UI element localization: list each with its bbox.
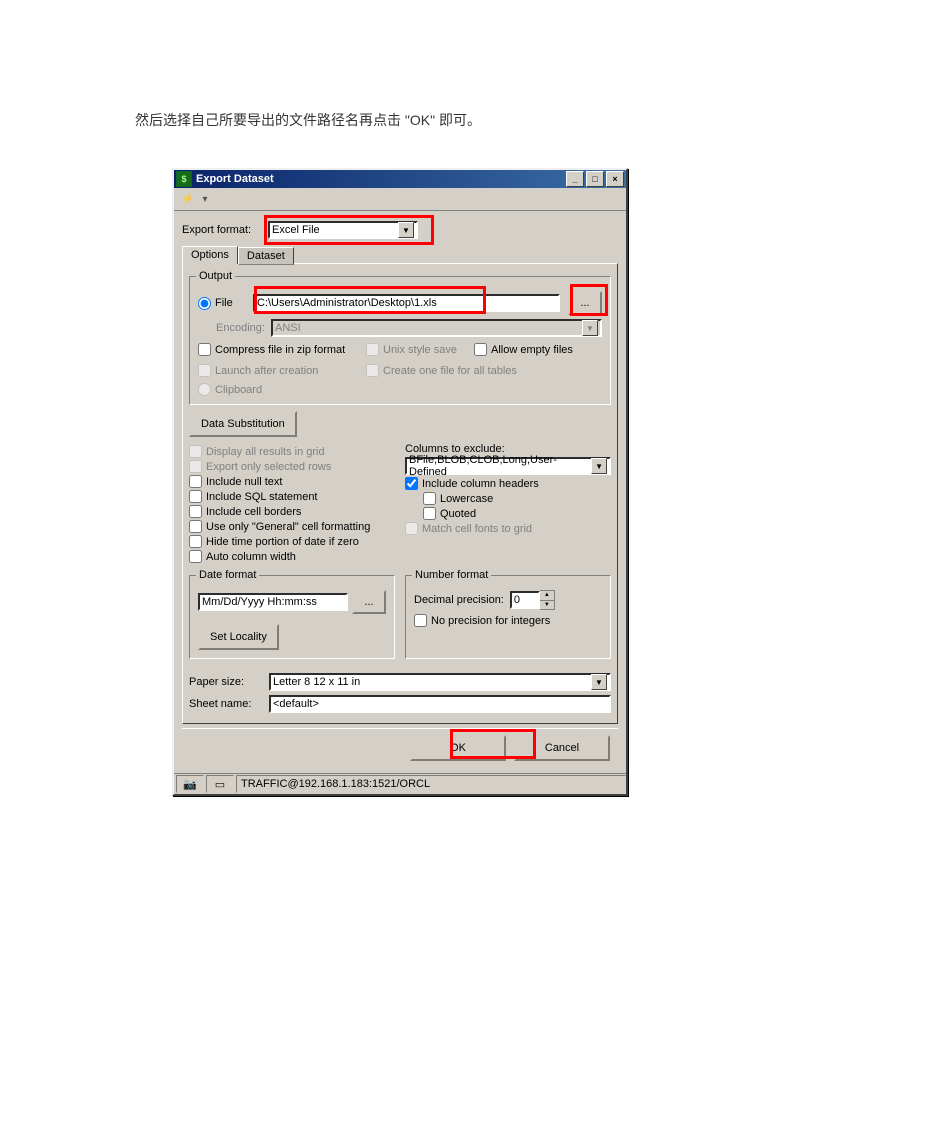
decimal-precision-label: Decimal precision: [414,594,504,606]
paper-size-combo[interactable]: Letter 8 12 x 11 in ▼ [269,673,611,691]
app-icon: $ [176,171,192,187]
number-format-legend: Number format [412,569,491,581]
hide-time-checkbox[interactable]: Hide time portion of date if zero [189,535,395,548]
decimal-precision-input[interactable] [510,591,540,609]
data-substitution-button[interactable]: Data Substitution [189,411,297,437]
use-general-checkbox[interactable]: Use only "General" cell formatting [189,520,395,533]
chevron-down-icon: ▼ [398,222,414,238]
maximize-button[interactable]: □ [586,171,604,187]
columns-exclude-combo[interactable]: BFile,BLOB,CLOB,Long,User-Defined ▼ [405,457,611,475]
compress-checkbox[interactable]: Compress file in zip format [198,343,358,356]
export-format-label: Export format: [182,224,262,236]
date-format-input[interactable] [198,593,348,611]
chevron-down-icon: ▼ [591,674,607,690]
match-fonts-checkbox: Match cell fonts to grid [405,522,611,535]
cancel-button[interactable]: Cancel [514,735,610,761]
display-all-checkbox: Display all results in grid [189,445,395,458]
options-panel: Output File ... Encoding: ANSI [182,263,618,724]
chevron-down-icon: ▼ [582,320,598,336]
statusbar: 📷 ▭ TRAFFIC@192.168.1.183:1521/ORCL [174,773,626,794]
instruction-text: 然后选择自己所要导出的文件路径名再点击 "OK" 即可。 [135,110,481,130]
file-radio[interactable]: File [198,297,253,310]
tab-dataset[interactable]: Dataset [238,247,294,265]
unix-save-checkbox: Unix style save [366,343,466,356]
export-format-value: Excel File [272,224,320,236]
export-dataset-window: $ Export Dataset _ □ × ⚡ ▾ Export format… [172,168,628,796]
status-icon[interactable]: ▭ [206,775,234,793]
window-title: Export Dataset [196,173,274,185]
minimize-button[interactable]: _ [566,171,584,187]
include-sql-checkbox[interactable]: Include SQL statement [189,490,395,503]
toolbar: ⚡ ▾ [174,188,626,211]
encoding-label: Encoding: [216,322,271,334]
connection-status: TRAFFIC@192.168.1.183:1521/ORCL [236,775,626,793]
launch-checkbox: Launch after creation [198,364,358,377]
include-null-checkbox[interactable]: Include null text [189,475,395,488]
titlebar: $ Export Dataset _ □ × [174,170,626,188]
export-selected-checkbox: Export only selected rows [189,460,395,473]
sheet-name-label: Sheet name: [189,698,269,710]
camera-icon[interactable]: 📷 [176,775,204,793]
export-format-combo[interactable]: Excel File ▼ [268,221,418,239]
encoding-combo: ANSI ▼ [271,319,602,337]
output-legend: Output [196,270,235,282]
quoted-checkbox[interactable]: Quoted [423,507,611,520]
output-group: Output File ... Encoding: ANSI [189,276,611,405]
ok-button[interactable]: OK [410,735,506,761]
close-button[interactable]: × [606,171,624,187]
sheet-name-input[interactable] [269,695,611,713]
date-format-browse-button[interactable]: ... [352,590,386,614]
file-path-input[interactable] [253,294,560,312]
decimal-precision-spinner[interactable]: ▲▼ [540,590,555,610]
date-format-group: Date format ... Set Locality [189,575,395,659]
chevron-down-icon: ▼ [591,458,607,474]
include-borders-checkbox[interactable]: Include cell borders [189,505,395,518]
include-headers-checkbox[interactable]: Include column headers [405,477,611,490]
allow-empty-checkbox[interactable]: Allow empty files [474,343,573,356]
number-format-group: Number format Decimal precision: ▲▼ No p… [405,575,611,659]
set-locality-button[interactable]: Set Locality [198,624,279,650]
toolbar-action-icon[interactable]: ⚡ [178,190,198,208]
lowercase-checkbox[interactable]: Lowercase [423,492,611,505]
date-format-legend: Date format [196,569,259,581]
clipboard-radio: Clipboard [198,383,602,396]
paper-size-label: Paper size: [189,676,269,688]
browse-button[interactable]: ... [568,291,602,315]
create-one-checkbox: Create one file for all tables [366,364,517,377]
no-precision-checkbox[interactable]: No precision for integers [414,614,602,627]
toolbar-dropdown-icon[interactable]: ▾ [200,190,210,208]
auto-width-checkbox[interactable]: Auto column width [189,550,395,563]
tab-options[interactable]: Options [182,246,238,264]
